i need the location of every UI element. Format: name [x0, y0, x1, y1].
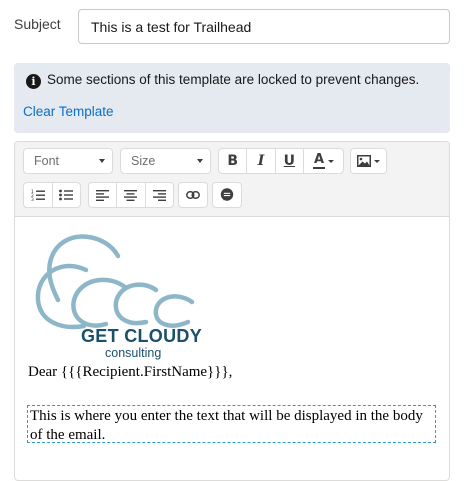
chevron-down-icon — [328, 159, 334, 163]
notice-message: Some sections of this template are locke… — [47, 72, 420, 87]
insert-link-button[interactable] — [179, 183, 207, 207]
text-format-group: B I U A — [218, 148, 344, 174]
font-size-value: Size — [131, 154, 156, 168]
chevron-down-icon — [99, 159, 105, 163]
chevron-down-icon — [197, 159, 203, 163]
numbered-list-button[interactable]: 1 2 3 — [24, 183, 52, 207]
subject-input[interactable] — [78, 9, 450, 44]
email-greeting: Dear {{{Recipient.FirstName}}}, — [28, 364, 233, 380]
align-center-icon — [124, 189, 138, 201]
align-center-button[interactable] — [116, 183, 144, 207]
merge-field-icon — [220, 188, 234, 201]
align-left-button[interactable] — [89, 183, 116, 207]
logo-text-primary: GET CLOUDY — [81, 326, 203, 346]
svg-text:3: 3 — [31, 197, 34, 201]
editor-toolbar: Font Size B I U A 1 2 3 — [15, 142, 449, 217]
font-size-select[interactable]: Size — [120, 148, 211, 174]
align-right-button[interactable] — [144, 183, 173, 207]
info-icon: i — [26, 74, 41, 89]
numbered-list-icon: 1 2 3 — [31, 189, 45, 201]
image-icon — [357, 155, 371, 167]
list-group: 1 2 3 — [23, 182, 81, 208]
company-logo: GET CLOUDY consulting — [28, 230, 203, 363]
font-family-value: Font — [34, 154, 60, 168]
underline-icon: U — [283, 153, 295, 169]
text-color-letter: A — [313, 151, 325, 167]
image-group — [350, 148, 387, 174]
text-color-swatch — [313, 166, 325, 169]
link-group — [178, 182, 208, 208]
bold-button[interactable]: B — [219, 149, 246, 173]
align-right-icon — [152, 189, 166, 201]
insert-merge-field-button[interactable] — [213, 183, 241, 207]
underline-button[interactable]: U — [274, 149, 303, 173]
bulleted-list-icon — [59, 189, 74, 201]
logo-text-secondary: consulting — [105, 346, 162, 360]
text-color-icon: A — [313, 151, 325, 169]
chevron-down-icon — [374, 159, 380, 163]
italic-button[interactable]: I — [246, 149, 274, 173]
editable-body-region[interactable]: This is where you enter the text that wi… — [27, 405, 436, 443]
bulleted-list-button[interactable] — [51, 183, 81, 207]
subject-label: Subject — [14, 16, 61, 32]
align-left-icon — [96, 189, 110, 201]
insert-image-button[interactable] — [351, 149, 386, 173]
bold-icon: B — [227, 153, 238, 169]
clear-template-link[interactable]: Clear Template — [23, 104, 114, 119]
locked-template-notice: i Some sections of this template are loc… — [14, 63, 450, 133]
text-color-button[interactable]: A — [302, 149, 343, 173]
email-body[interactable]: GET CLOUDY consulting Dear {{{Recipient.… — [15, 217, 449, 477]
alignment-group — [88, 182, 174, 208]
merge-field-group — [212, 182, 242, 208]
link-icon — [186, 191, 200, 199]
rich-text-editor: Font Size B I U A 1 2 3 GET CLOUDY consu… — [14, 141, 450, 481]
font-family-select[interactable]: Font — [23, 148, 113, 174]
italic-icon: I — [257, 153, 265, 169]
